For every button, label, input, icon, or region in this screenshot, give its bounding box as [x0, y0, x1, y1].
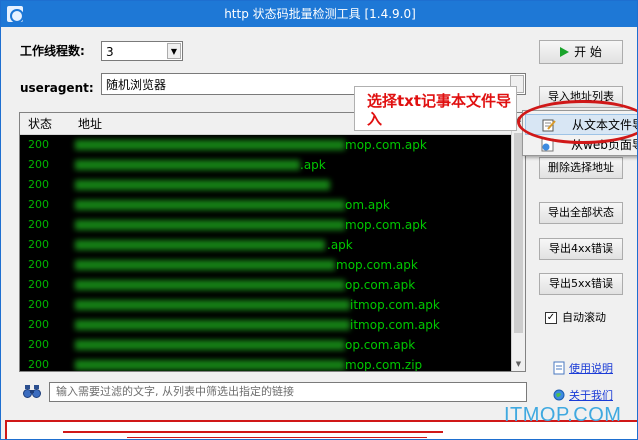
useragent-value: 随机浏览器 — [106, 78, 167, 92]
export-5xx-button[interactable]: 导出5xx错误 — [539, 273, 623, 295]
url-status-table[interactable]: 状态 地址 200 mop.com.apk 200 .apk 200 200 om.apk 2… — [19, 112, 526, 372]
table-row[interactable]: 200 om.apk — [20, 195, 512, 215]
blurred-url — [75, 200, 345, 210]
table-row[interactable]: 200 op.com.apk — [20, 335, 512, 355]
table-row[interactable]: 200 .apk — [20, 235, 512, 255]
auto-scroll-checkbox[interactable]: ✓ — [545, 312, 557, 324]
play-icon — [560, 46, 570, 57]
scroll-thumb[interactable] — [514, 133, 523, 333]
table-row[interactable]: 200 op.com.apk — [20, 275, 512, 295]
status-cell: 200 — [28, 198, 49, 211]
table-row[interactable]: 200 mop.com.apk — [20, 255, 512, 275]
blurred-url — [75, 280, 345, 290]
blurred-url — [75, 260, 335, 270]
threads-value: 3 — [106, 45, 114, 59]
blurred-url — [75, 360, 345, 370]
scroll-down-icon[interactable]: ▼ — [512, 358, 525, 371]
redline — [127, 437, 427, 438]
blurred-url — [75, 140, 345, 150]
blurred-url — [75, 160, 300, 170]
title-bar: http 状态码批量检测工具 [1.4.9.0] — [1, 1, 637, 27]
table-row[interactable]: 200 mop.com.zip — [20, 355, 512, 372]
url-cell: mop.com.zip — [345, 358, 423, 372]
table-row[interactable]: 200 itmop.com.apk — [20, 315, 512, 335]
filter-input[interactable]: 输入需要过滤的文字, 从列表中筛选出指定的链接 — [49, 382, 527, 402]
blurred-url — [75, 180, 330, 190]
url-cell: op.com.apk — [345, 278, 416, 292]
status-cell: 200 — [28, 178, 49, 191]
annotation-callout: 选择txt记事本文件导入 — [354, 86, 517, 131]
highlight-ellipse — [517, 100, 637, 144]
blurred-url — [75, 320, 350, 330]
status-cell: 200 — [28, 298, 49, 311]
column-header-url[interactable]: 地址 — [78, 117, 102, 131]
window-title: http 状态码批量检测工具 [1.4.9.0] — [224, 7, 416, 21]
delete-selected-button[interactable]: 删除选择地址 — [539, 157, 623, 179]
url-cell: .apk — [300, 158, 326, 172]
url-cell: om.apk — [345, 198, 390, 212]
export-all-button[interactable]: 导出全部状态 — [539, 202, 623, 224]
watermark: ITMOP.COM — [504, 404, 622, 426]
document-icon — [553, 361, 565, 375]
annotation-text: 选择txt记事本文件导入 — [367, 92, 512, 128]
column-header-status[interactable]: 状态 — [28, 117, 52, 131]
start-label: 开 始 — [574, 45, 602, 59]
blurred-url — [75, 220, 345, 230]
filter-placeholder: 输入需要过滤的文字, 从列表中筛选出指定的链接 — [56, 385, 294, 398]
status-cell: 200 — [28, 238, 49, 251]
url-cell: itmop.com.apk — [350, 298, 440, 312]
globe-icon — [553, 389, 565, 401]
url-cell: mop.com.apk — [345, 218, 427, 232]
status-cell: 200 — [28, 158, 49, 171]
app-window: http 状态码批量检测工具 [1.4.9.0] 工作线程数: 3 ▼ 开 始 … — [0, 0, 638, 440]
table-row[interactable]: 200 .apk — [20, 155, 512, 175]
status-cell: 200 — [28, 358, 49, 371]
status-cell: 200 — [28, 138, 49, 151]
chevron-down-icon[interactable]: ▼ — [167, 43, 181, 59]
status-cell: 200 — [28, 258, 49, 271]
help-link[interactable]: 使用说明 — [569, 362, 613, 376]
useragent-label: useragent: — [20, 81, 94, 95]
table-row[interactable]: 200 itmop.com.apk — [20, 295, 512, 315]
auto-scroll-label: 自动滚动 — [562, 311, 606, 324]
table-row[interactable]: 200 mop.com.apk — [20, 135, 512, 155]
status-cell: 200 — [28, 278, 49, 291]
url-cell: op.com.apk — [345, 338, 416, 352]
status-cell: 200 — [28, 338, 49, 351]
status-cell: 200 — [28, 218, 49, 231]
blurred-url — [75, 340, 345, 350]
table-row[interactable]: 200 — [20, 175, 512, 195]
blurred-url — [75, 240, 325, 250]
export-4xx-button[interactable]: 导出4xx错误 — [539, 238, 623, 260]
table-body: 200 mop.com.apk 200 .apk 200 200 om.apk 200 mop.… — [20, 135, 512, 372]
url-cell: itmop.com.apk — [350, 318, 440, 332]
url-cell: .apk — [327, 238, 353, 252]
status-cell: 200 — [28, 318, 49, 331]
url-cell: mop.com.apk — [345, 138, 427, 152]
url-cell: mop.com.apk — [336, 258, 418, 272]
about-link[interactable]: 关于我们 — [569, 389, 613, 403]
threads-label: 工作线程数: — [20, 44, 85, 58]
binoculars-icon — [23, 385, 41, 398]
redline — [63, 431, 443, 433]
blurred-url — [75, 300, 350, 310]
threads-select[interactable]: 3 ▼ — [101, 41, 183, 61]
table-row[interactable]: 200 mop.com.apk — [20, 215, 512, 235]
start-button[interactable]: 开 始 — [539, 40, 623, 64]
